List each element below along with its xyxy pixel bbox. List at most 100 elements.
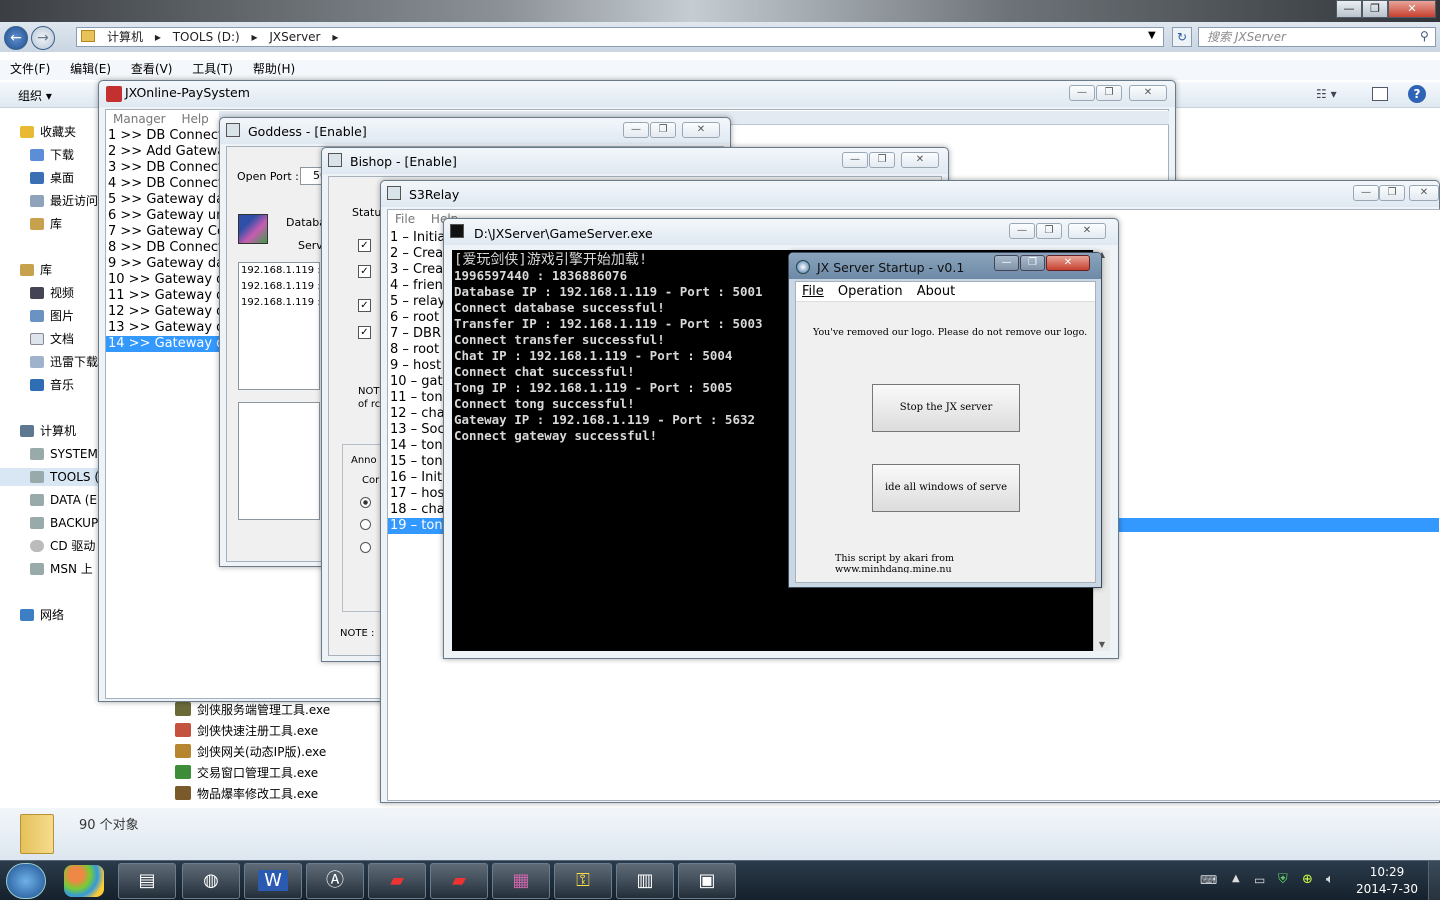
- nav-pictures[interactable]: 图片: [30, 307, 74, 325]
- list-item[interactable]: 7 – DBR: [388, 326, 448, 342]
- list-item[interactable]: 剑侠网关(动态IP版).exe: [175, 742, 395, 763]
- list-item[interactable]: 5 – relay: [388, 294, 448, 310]
- s3relay-log[interactable]: 1 – Initia 2 – Crea 3 – Crea 4 – frien 5 – r…: [388, 230, 448, 536]
- stop-server-button[interactable]: Stop the JX server: [872, 384, 1020, 432]
- list-item[interactable]: 12 – cha: [388, 406, 448, 422]
- network-icon[interactable]: ▭: [1254, 873, 1265, 887]
- nav-xunlei[interactable]: 迅雷下载: [30, 353, 98, 371]
- search-icon[interactable]: ⚲: [1420, 29, 1429, 43]
- list-item[interactable]: 9 – host: [388, 358, 448, 374]
- checkbox[interactable]: ✓: [358, 239, 371, 252]
- update-icon[interactable]: ⊕: [1302, 872, 1313, 887]
- maximize-button[interactable]: ❐: [1020, 255, 1045, 271]
- nav-drive-data[interactable]: DATA (E: [30, 491, 97, 509]
- list-item[interactable]: 10 – gat: [388, 374, 448, 390]
- list-item[interactable]: 剑侠服务端管理工具.exe: [175, 700, 395, 721]
- nav-drive-cd[interactable]: CD 驱动: [30, 537, 95, 555]
- nav-documents[interactable]: 文档: [30, 330, 74, 348]
- close-button[interactable]: ✕: [1046, 255, 1090, 271]
- breadcrumb-tools[interactable]: TOOLS (D:): [173, 30, 240, 44]
- nav-computer[interactable]: 计算机: [20, 422, 76, 440]
- maximize-button[interactable]: ❐: [1096, 85, 1122, 101]
- menu-file[interactable]: File: [395, 212, 415, 226]
- menu-edit[interactable]: 编辑(E): [70, 60, 111, 78]
- list-item[interactable]: 18 – cha: [388, 502, 448, 518]
- list-item[interactable]: 14 >> Gateway da: [106, 336, 226, 352]
- list-item[interactable]: 13 – Soc: [388, 422, 448, 438]
- taskbar-paysystem-2[interactable]: ▰: [430, 863, 488, 899]
- menu-view[interactable]: 查看(V): [131, 60, 173, 78]
- list-item[interactable]: 13 >> Gateway da: [106, 320, 226, 336]
- clock[interactable]: 10:29 2014-7-30: [1352, 864, 1422, 898]
- list-item[interactable]: 物品爆率修改工具.exe: [175, 784, 395, 805]
- nav-downloads[interactable]: 下载: [30, 146, 74, 164]
- organize-button[interactable]: 组织 ▾: [18, 87, 52, 104]
- preview-pane-icon[interactable]: [1372, 87, 1388, 101]
- show-hidden-icons[interactable]: ▲: [1232, 873, 1240, 884]
- list-item[interactable]: 8 >> DB Connect: [106, 240, 226, 256]
- taskbar-paysystem[interactable]: ▰: [368, 863, 426, 899]
- close-button[interactable]: ✕: [1068, 223, 1106, 239]
- help-icon[interactable]: ?: [1408, 85, 1426, 103]
- menu-file[interactable]: 文件(F): [10, 60, 50, 78]
- nav-desktop[interactable]: 桌面: [30, 169, 74, 187]
- maximize-button[interactable]: ❐: [650, 122, 676, 138]
- list-item[interactable]: 7 >> Gateway Cor: [106, 224, 226, 240]
- list-item[interactable]: 15 – tong: [388, 454, 448, 470]
- menu-manager[interactable]: Manager: [113, 112, 166, 126]
- menu-tools[interactable]: 工具(T): [192, 60, 233, 78]
- minimize-button[interactable]: —: [842, 152, 868, 168]
- close-button[interactable]: ✕: [682, 122, 720, 138]
- volume-icon[interactable]: 🔈︎: [1326, 872, 1334, 887]
- list-item[interactable]: 192.168.1.119 :: [239, 263, 319, 279]
- radio-button[interactable]: [360, 519, 371, 530]
- hide-windows-button[interactable]: ide all windows of serve: [872, 464, 1020, 512]
- taskbar-gameserver[interactable]: ▣: [678, 863, 736, 899]
- list-item[interactable]: 6 – root: [388, 310, 448, 326]
- menu-operation[interactable]: Operation: [838, 284, 903, 299]
- keyboard-icon[interactable]: ⌨: [1200, 873, 1217, 887]
- close-button[interactable]: ✕: [901, 152, 939, 168]
- menu-help[interactable]: 帮助(H): [253, 60, 295, 78]
- view-options-icon[interactable]: ☷ ▾: [1316, 87, 1337, 101]
- list-item[interactable]: 8 – root: [388, 342, 448, 358]
- taskbar-bishop[interactable]: ⚿: [554, 863, 612, 899]
- s3relay-titlebar[interactable]: [381, 181, 1439, 207]
- list-item[interactable]: 12 >> Gateway da: [106, 304, 226, 320]
- checkbox[interactable]: ✓: [358, 326, 371, 339]
- list-item[interactable]: 10 >> Gateway da: [106, 272, 226, 288]
- list-item[interactable]: 11 – tong: [388, 390, 448, 406]
- minimize-button[interactable]: —: [994, 255, 1019, 271]
- list-item[interactable]: 3 >> DB Connect: [106, 160, 226, 176]
- refresh-icon[interactable]: ↻: [1172, 27, 1192, 47]
- nav-drive-tools[interactable]: TOOLS (: [0, 468, 100, 486]
- list-item[interactable]: 192.168.1.119 :: [239, 279, 319, 295]
- close-button[interactable]: ✕: [1388, 0, 1436, 18]
- security-shield-icon[interactable]: ⛨: [1278, 872, 1288, 887]
- list-item[interactable]: 16 – Initi: [388, 470, 448, 486]
- list-item[interactable]: 3 – Crea: [388, 262, 448, 278]
- taskbar-autoit[interactable]: Ⓐ: [306, 863, 364, 899]
- list-item[interactable]: 1 – Initia: [388, 230, 448, 246]
- menu-help[interactable]: Help: [181, 112, 208, 126]
- minimize-button[interactable]: —: [1009, 223, 1035, 239]
- paysystem-log[interactable]: 1 >> DB Connect 2 >> Add Gateway 3 >> DB C…: [106, 128, 226, 428]
- list-item[interactable]: 19 – tong: [388, 518, 448, 534]
- minimize-button[interactable]: —: [1336, 0, 1362, 18]
- maximize-button[interactable]: ❐: [1362, 0, 1388, 18]
- list-item[interactable]: 4 >> DB Connect: [106, 176, 226, 192]
- taskbar-goddess[interactable]: ▦: [492, 863, 550, 899]
- list-item[interactable]: 1 >> DB Connect: [106, 128, 226, 144]
- checkbox[interactable]: ✓: [358, 299, 371, 312]
- nav-recent[interactable]: 最近访问: [30, 192, 98, 210]
- app-launcher-icon[interactable]: [64, 865, 104, 897]
- minimize-button[interactable]: —: [1353, 185, 1379, 201]
- list-item[interactable]: 交易窗口管理工具.exe: [175, 763, 395, 784]
- nav-favorites[interactable]: 收藏夹: [20, 123, 76, 141]
- forward-icon[interactable]: →: [31, 26, 55, 50]
- show-desktop-button[interactable]: [1428, 861, 1440, 900]
- list-item[interactable]: 192.168.1.119 :: [239, 295, 319, 311]
- search-input[interactable]: 搜索 JXServer: [1198, 27, 1436, 47]
- menu-about[interactable]: About: [917, 284, 955, 299]
- list-item[interactable]: 17 – hos: [388, 486, 448, 502]
